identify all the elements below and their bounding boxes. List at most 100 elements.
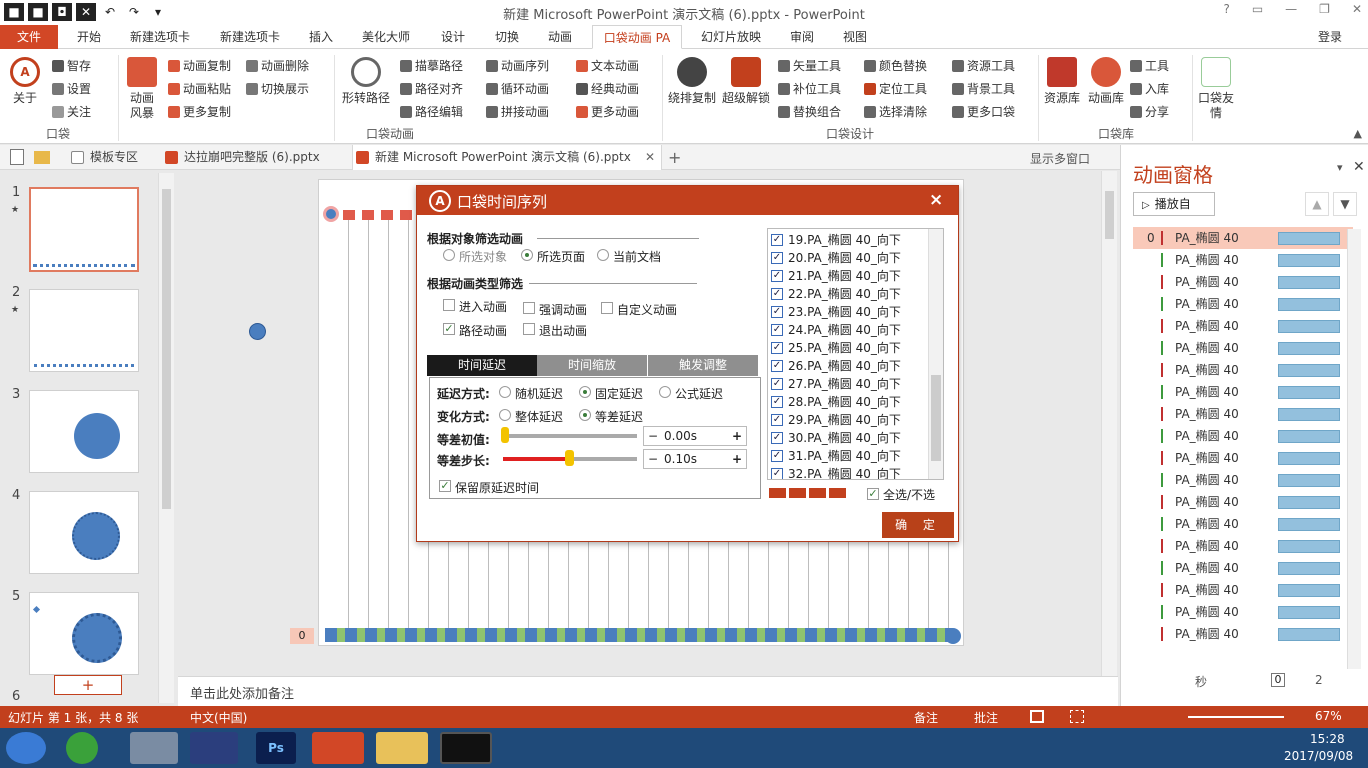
tab-new-2[interactable]: 新建选项卡	[214, 25, 286, 49]
timing-bar[interactable]	[1278, 232, 1340, 245]
animation-row[interactable]: PA_椭圆 40	[1133, 337, 1353, 359]
record-app-icon[interactable]	[440, 732, 492, 764]
settings-button[interactable]: 设置	[52, 80, 91, 97]
path-animation-checkbox[interactable]: ✓	[443, 323, 455, 335]
animation-row[interactable]: PA_椭圆 40	[1133, 249, 1353, 271]
browser-icon[interactable]	[66, 732, 98, 764]
item-checkbox[interactable]: ✓	[771, 288, 783, 300]
tab-beautify[interactable]: 美化大师	[356, 25, 416, 49]
tab-file-new-pptx[interactable]: 新建 Microsoft PowerPoint 演示文稿 (6).pptx ✕	[352, 145, 662, 170]
timing-bar[interactable]	[1278, 364, 1340, 377]
splice-animation-button[interactable]: 拼接动画	[486, 103, 549, 120]
add-slide-button[interactable]: +	[54, 675, 122, 695]
timing-bar[interactable]	[1278, 518, 1340, 531]
text-animation-button[interactable]: 文本动画	[576, 57, 639, 74]
step-value-stepper[interactable]: −0.10s +	[643, 449, 747, 469]
path-align-button[interactable]: 路径对齐	[400, 80, 463, 97]
paste-animation-button[interactable]: 动画粘贴	[168, 80, 231, 97]
initial-value-text[interactable]: 0.00s	[664, 427, 697, 445]
exit-animation-checkbox[interactable]	[523, 323, 535, 335]
increment-icon[interactable]: +	[732, 450, 742, 468]
patch-tool-button[interactable]: 补位工具	[778, 80, 841, 97]
editor-scrollbar[interactable]	[1101, 171, 1117, 676]
timing-bar[interactable]	[1278, 474, 1340, 487]
fixed-delay-radio[interactable]	[579, 386, 591, 398]
replace-group-button[interactable]: 替换组合	[778, 103, 841, 120]
animation-row[interactable]: PA_椭圆 40	[1133, 535, 1353, 557]
animation-storm-button[interactable]: 动画风暴	[124, 57, 160, 121]
super-unlock-button[interactable]: 超级解锁	[722, 57, 770, 106]
slide-thumb-3[interactable]	[29, 390, 139, 473]
checklist-item[interactable]: ✓ 19.PA_椭圆 40_向下	[771, 231, 901, 249]
animation-row[interactable]: PA_椭圆 40	[1133, 601, 1353, 623]
timing-bar[interactable]	[1278, 254, 1340, 267]
tab-file-dalabengba[interactable]: 达拉崩吧完整版 (6).pptx	[162, 145, 342, 170]
item-checkbox[interactable]: ✓	[771, 396, 783, 408]
checklist-item[interactable]: ✓ 21.PA_椭圆 40_向下	[771, 267, 901, 285]
item-checkbox[interactable]: ✓	[771, 360, 783, 372]
checklist-item[interactable]: ✓ 22.PA_椭圆 40_向下	[771, 285, 901, 303]
sort-arrow-icons[interactable]	[769, 488, 849, 498]
pane-options-icon[interactable]: ▾	[1337, 161, 1343, 174]
random-delay-radio[interactable]	[499, 386, 511, 398]
tab-insert[interactable]: 插入	[304, 25, 338, 49]
tab-time-scale[interactable]: 时间缩放	[537, 355, 647, 376]
select-clear-button[interactable]: 选择清除	[864, 103, 927, 120]
checklist-item[interactable]: ✓ 20.PA_椭圆 40_向下	[771, 249, 901, 267]
tab-new-1[interactable]: 新建选项卡	[124, 25, 196, 49]
formula-delay-radio[interactable]	[659, 386, 671, 398]
photoshop-icon[interactable]: Ps	[256, 732, 296, 764]
more-animation-button[interactable]: 更多动画	[576, 103, 639, 120]
shape-to-path-button[interactable]: 形转路径	[340, 57, 392, 106]
language[interactable]: 中文(中国)	[190, 709, 247, 726]
animation-row[interactable]: PA_椭圆 40	[1133, 293, 1353, 315]
notes-button[interactable]: 备注	[914, 709, 938, 726]
pocket-friends-button[interactable]: 口袋友情	[1196, 57, 1236, 121]
keep-delay-checkbox[interactable]: ✓	[439, 480, 451, 492]
whole-delay-radio[interactable]	[499, 409, 511, 421]
animation-library-button[interactable]: 动画库	[1086, 57, 1126, 106]
item-checkbox[interactable]: ✓	[771, 432, 783, 444]
animation-row[interactable]: PA_椭圆 40	[1133, 425, 1353, 447]
selected-object-radio[interactable]	[443, 249, 455, 261]
checklist-item[interactable]: ✓ 24.PA_椭圆 40_向下	[771, 321, 901, 339]
vector-tool-button[interactable]: 矢量工具	[778, 57, 841, 74]
login-link[interactable]: 登录	[1312, 25, 1348, 49]
item-checkbox[interactable]: ✓	[771, 450, 783, 462]
animation-row[interactable]: PA_椭圆 40	[1133, 513, 1353, 535]
zoom-level[interactable]: 67%	[1315, 709, 1342, 723]
follow-button[interactable]: 关注	[52, 103, 91, 120]
more-pocket-button[interactable]: 更多口袋	[952, 103, 1015, 120]
tab-home[interactable]: 开始	[72, 25, 106, 49]
timing-bar[interactable]	[1278, 496, 1340, 509]
animation-sequence-button[interactable]: 动画序列	[486, 57, 549, 74]
animation-row[interactable]: PA_椭圆 40	[1133, 579, 1353, 601]
show-multi-window-button[interactable]: 显示多窗口	[1016, 150, 1090, 167]
normal-view-icon[interactable]	[1030, 710, 1044, 723]
more-copy-button[interactable]: 更多复制	[168, 103, 231, 120]
collapse-ribbon-icon[interactable]: ▲	[1354, 127, 1362, 140]
checklist-item[interactable]: ✓ 32.PA_椭圆 40_向下	[771, 465, 901, 479]
start-button-icon[interactable]	[6, 732, 46, 764]
app-icon[interactable]	[130, 732, 178, 764]
item-checkbox[interactable]: ✓	[771, 252, 783, 264]
copy-animation-button[interactable]: 动画复制	[168, 57, 231, 74]
about-button[interactable]: A 关于	[8, 57, 42, 106]
current-doc-radio[interactable]	[597, 249, 609, 261]
classic-animation-button[interactable]: 经典动画	[576, 80, 639, 97]
custom-animation-checkbox[interactable]	[601, 302, 613, 314]
initial-value-slider[interactable]	[503, 434, 637, 438]
animation-row[interactable]: PA_椭圆 40	[1133, 447, 1353, 469]
tab-design[interactable]: 设计	[436, 25, 470, 49]
animation-row[interactable]: PA_椭圆 40	[1133, 557, 1353, 579]
background-tool-button[interactable]: 背景工具	[952, 80, 1015, 97]
sorter-view-icon[interactable]	[1070, 710, 1084, 723]
ts-button[interactable]: 智存	[52, 57, 91, 74]
timing-bar[interactable]	[1278, 452, 1340, 465]
slide-thumb-5[interactable]	[29, 592, 139, 675]
media-app-icon[interactable]	[190, 732, 238, 764]
path-edit-button[interactable]: 路径编辑	[400, 103, 463, 120]
tab-animations[interactable]: 动画	[543, 25, 577, 49]
tab-view[interactable]: 视图	[838, 25, 872, 49]
decrement-icon[interactable]: −	[648, 427, 658, 445]
